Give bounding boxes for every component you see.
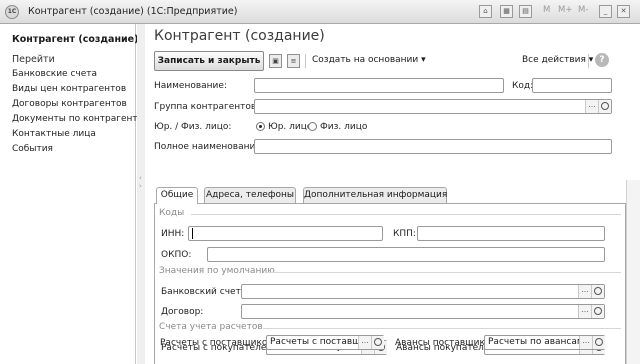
legal-entity-radio[interactable] [256, 122, 265, 131]
sidebar-item-contracts[interactable]: Договоры контрагентов [12, 97, 143, 112]
app-logo-icon: 1C [5, 5, 19, 19]
calculator-icon[interactable]: ▤ [519, 5, 532, 18]
inn-input[interactable] [189, 227, 382, 240]
minimize-icon[interactable]: _ [599, 5, 612, 18]
search-icon[interactable] [592, 336, 605, 349]
kpp-label: КПП: [393, 229, 416, 239]
tab-additional-info[interactable]: Дополнительная информация [303, 187, 447, 203]
select-button[interactable]: … [578, 305, 591, 318]
tab-addresses[interactable]: Адреса, телефоны [204, 187, 296, 203]
code-input[interactable] [533, 79, 611, 92]
name-label: Наименование: [154, 81, 227, 91]
memory-plus-button[interactable]: M+ [558, 5, 572, 15]
bank-account-field[interactable]: … [241, 284, 605, 299]
sidebar-item-bank-accounts[interactable]: Банковские счета [12, 67, 143, 82]
okpo-label: ОКПО: [161, 250, 192, 260]
inn-label: ИНН: [161, 229, 185, 239]
link-icon[interactable]: ⌂ [479, 5, 492, 18]
group-divider [263, 328, 621, 329]
form-scrollbar[interactable] [626, 180, 640, 364]
text-cursor [192, 228, 193, 239]
panel-splitter[interactable]: ‹ › [137, 24, 145, 364]
sidebar: Контрагент (создание) Перейти Банковские… [0, 24, 143, 364]
save-and-close-button[interactable]: Записать и закрыть [154, 51, 264, 71]
individual-label[interactable]: Физ. лицо [320, 122, 367, 132]
group-divider [267, 272, 621, 273]
full-name-field[interactable] [254, 139, 612, 154]
search-icon[interactable] [591, 285, 604, 298]
legal-entity-label[interactable]: Юр. лицо [268, 122, 312, 132]
contract-input[interactable] [242, 305, 576, 318]
dropdown-arrow-icon: ▾ [421, 55, 426, 65]
select-button[interactable]: … [358, 336, 371, 349]
suppliers-label: Расчеты с поставщиком: [160, 338, 278, 348]
create-based-on-label: Создать на основании [312, 55, 419, 65]
document-list-icon[interactable]: ≡ [287, 54, 300, 68]
name-field[interactable] [254, 78, 504, 93]
memory-minus-button[interactable]: M- [578, 5, 588, 15]
form-area: Контрагент (создание) Записать и закрыть… [146, 24, 640, 364]
select-button[interactable]: … [585, 100, 598, 113]
suppliers-value: Расчеты с поставщи [270, 337, 359, 347]
contract-label: Договор: [161, 307, 204, 317]
okpo-input[interactable] [208, 248, 604, 261]
toolbar-separator [305, 54, 306, 68]
code-field[interactable] [532, 78, 612, 93]
calendar-icon[interactable]: ▦ [500, 5, 513, 18]
create-based-on-menu[interactable]: Создать на основании ▾ [312, 55, 426, 65]
group-label: Группа контрагентов: [154, 102, 260, 112]
splitter-grip-icon: ‹ › [139, 174, 142, 190]
defaults-group-title: Значения по умолчанию [159, 266, 275, 276]
search-icon[interactable] [598, 100, 611, 113]
contract-field[interactable]: … [241, 304, 605, 319]
kpp-field[interactable] [417, 226, 605, 241]
all-actions-label: Все действия [522, 55, 586, 65]
individual-radio[interactable] [308, 122, 317, 131]
okpo-field[interactable] [207, 247, 605, 262]
tab-general[interactable]: Общие [156, 187, 198, 204]
kpp-input[interactable] [418, 227, 604, 240]
select-button[interactable]: … [579, 336, 592, 349]
sidebar-goto-heading: Перейти [12, 54, 55, 65]
full-name-label: Полное наименование: [154, 142, 264, 152]
window-titlebar: 1C Контрагент (создание) (1С:Предприятие… [0, 0, 640, 24]
bank-account-input[interactable] [242, 285, 576, 298]
supplier-advances-field[interactable]: Расчеты по авансам п … [484, 335, 605, 350]
bank-account-label: Банковский счет: [161, 287, 244, 297]
codes-group-title: Коды [159, 208, 185, 218]
all-actions-menu[interactable]: Все действия ▾ [522, 55, 593, 65]
suppliers-field[interactable]: Расчеты с поставщи … [266, 335, 384, 350]
inn-field[interactable] [188, 226, 383, 241]
legal-type-label: Юр. / Физ. лицо: [154, 122, 232, 132]
code-label: Код: [512, 81, 534, 91]
accounts-group-title: Счета учета расчетов [159, 322, 263, 332]
supplier-advances-label: Авансы поставщику: [395, 338, 494, 348]
search-icon[interactable] [371, 336, 384, 349]
toolbar-separator [588, 54, 589, 68]
window-title: Контрагент (создание) (1С:Предприятие) [28, 6, 238, 17]
full-name-input[interactable] [255, 140, 611, 153]
close-icon[interactable]: ✕ [617, 5, 630, 18]
save-icon[interactable]: ▣ [269, 54, 282, 68]
supplier-advances-value: Расчеты по авансам п [488, 337, 580, 347]
form-title: Контрагент (создание) [154, 28, 325, 44]
memory-m-button[interactable]: M [543, 5, 550, 15]
dropdown-arrow-icon: ▾ [588, 55, 594, 65]
sidebar-item-events[interactable]: События [12, 142, 143, 157]
select-button[interactable]: … [578, 285, 591, 298]
name-input[interactable] [255, 79, 503, 92]
sidebar-item-documents[interactable]: Документы по контрагенту [12, 112, 143, 127]
help-button[interactable]: ? [595, 53, 609, 67]
group-divider [191, 214, 621, 215]
sidebar-item-contacts[interactable]: Контактные лица [12, 127, 143, 142]
group-field[interactable]: … [254, 99, 612, 114]
sidebar-nav: Банковские счета Виды цен контрагентов Д… [12, 67, 143, 157]
sidebar-item-price-types[interactable]: Виды цен контрагентов [12, 82, 143, 97]
group-input[interactable] [255, 100, 583, 113]
sidebar-title: Контрагент (создание) [12, 34, 139, 45]
search-icon[interactable] [591, 305, 604, 318]
